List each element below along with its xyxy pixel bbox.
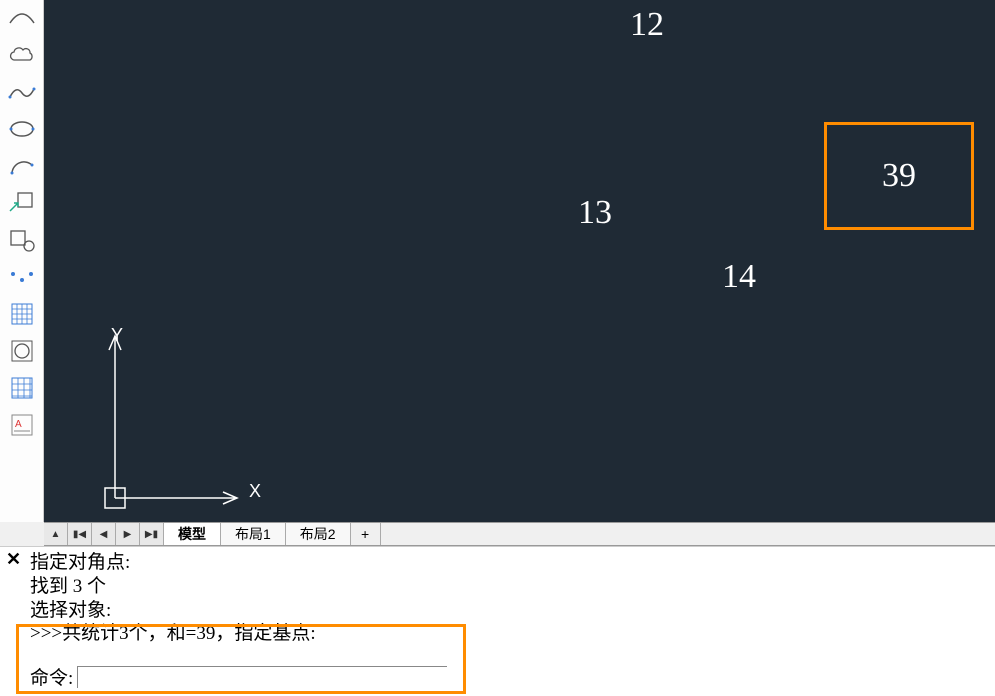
point-icon[interactable] [6,261,38,293]
tab-nav-next[interactable]: ▶ [116,523,140,545]
canvas-text-14[interactable]: 14 [722,258,756,296]
axis-x-label: X [249,481,261,502]
tab-nav-last[interactable]: ▶▮ [140,523,164,545]
spline-icon[interactable] [6,76,38,108]
ellipse-icon[interactable] [6,113,38,145]
command-input[interactable] [77,666,447,688]
ellipse-top-edge-icon[interactable] [6,2,38,34]
tab-nav-prev[interactable]: ◀ [92,523,116,545]
tab-layout1[interactable]: 布局1 [221,523,286,545]
history-line: >>>共统计3个，和=39，指定基点: [30,622,995,646]
tab-nav-up[interactable]: ▲ [44,523,68,545]
command-history: 指定对角点: 找到 3 个 选择对象: >>>共统计3个，和=39，指定基点: [0,547,995,646]
history-line: 找到 3 个 [30,575,995,599]
command-prompt-label: 命令: [30,663,73,690]
history-line: 选择对象: [30,599,995,623]
command-panel: ✕ 指定对角点: 找到 3 个 选择对象: >>>共统计3个，和=39，指定基点… [0,546,995,696]
cloud-icon[interactable] [6,39,38,71]
mtext-icon[interactable]: A [6,409,38,441]
close-icon[interactable]: ✕ [6,549,21,570]
left-toolbar: A [0,0,44,522]
insert-block-icon[interactable] [6,187,38,219]
tab-nav-first[interactable]: ▮◀ [68,523,92,545]
tab-add-button[interactable]: + [351,523,381,545]
layout-tab-strip: ▲ ▮◀ ◀ ▶ ▶▮ 模型 布局1 布局2 + [44,522,995,546]
history-line: 指定对角点: [30,551,995,575]
axis-y-label: Y [111,325,123,346]
circle-boundary-icon[interactable] [6,335,38,367]
drawing-canvas[interactable]: 12 13 14 39 Y X [44,0,995,522]
hatch-icon[interactable] [6,298,38,330]
canvas-text-12[interactable]: 12 [630,6,664,44]
table-icon[interactable] [6,372,38,404]
tab-model[interactable]: 模型 [164,523,221,545]
arc-icon[interactable] [6,150,38,182]
tab-layout2[interactable]: 布局2 [286,523,351,545]
result-value: 39 [882,157,916,195]
svg-text:A: A [15,419,22,430]
result-box: 39 [824,122,974,230]
make-block-icon[interactable] [6,224,38,256]
canvas-text-13[interactable]: 13 [578,194,612,232]
